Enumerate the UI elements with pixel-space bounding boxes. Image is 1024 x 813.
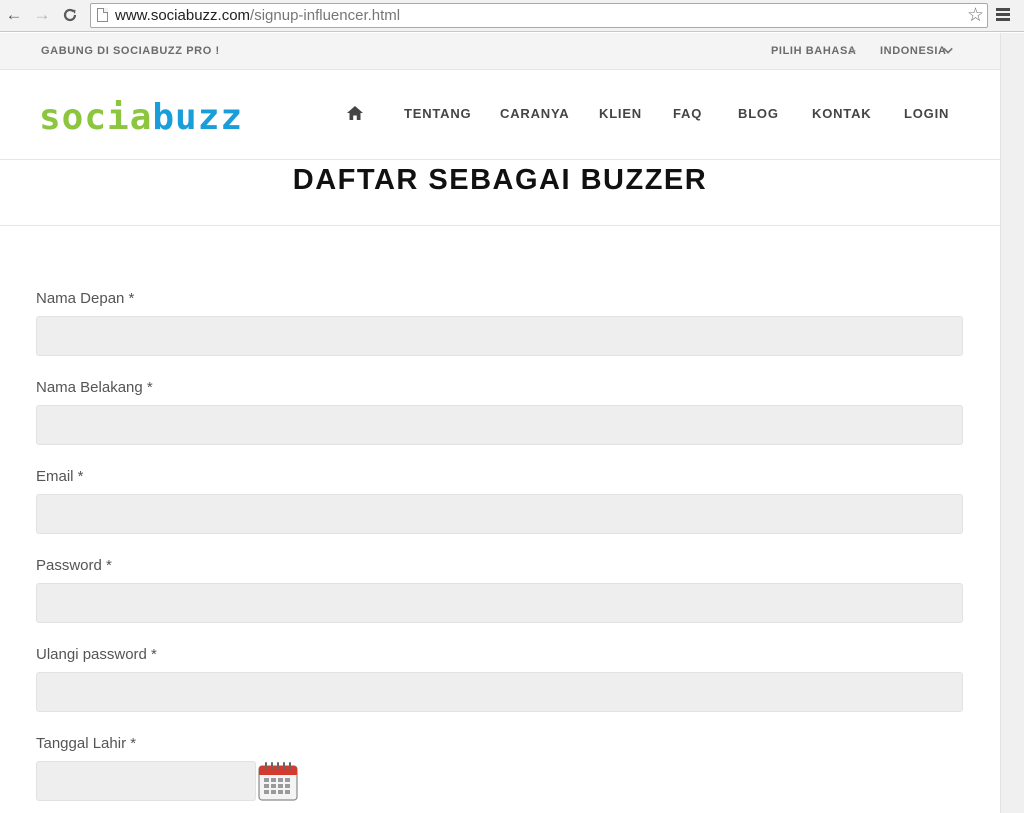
language-selector[interactable]: INDONESIA: [880, 45, 947, 57]
page-scrollbar[interactable]: [1000, 33, 1024, 813]
home-icon[interactable]: [347, 106, 363, 120]
browser-menu-icon[interactable]: [996, 8, 1010, 21]
sociabuzz-logo[interactable]: sociabuzz: [39, 98, 243, 138]
nav-tentang[interactable]: TENTANG: [404, 106, 471, 121]
address-bar[interactable]: www.sociabuzz.com/signup-influencer.html…: [90, 3, 988, 28]
pro-promo-link[interactable]: GABUNG DI SOCIABUZZ PRO !: [41, 45, 220, 57]
url-domain: www.sociabuzz.com: [115, 7, 251, 24]
logo-part-buzz: buzz: [152, 97, 244, 138]
language-label: PILIH BAHASA: [771, 45, 857, 57]
reload-icon[interactable]: [59, 4, 81, 26]
password-label: Password *: [36, 557, 112, 574]
nav-login[interactable]: LOGIN: [904, 106, 949, 121]
birth-date-label: Tanggal Lahir *: [36, 735, 137, 752]
nav-kontak[interactable]: KONTAK: [812, 106, 871, 121]
first-name-field[interactable]: [36, 316, 963, 356]
url-text: www.sociabuzz.com/signup-influencer.html: [115, 7, 400, 25]
reload-arrow-svg: [63, 8, 77, 22]
forward-icon[interactable]: →: [31, 4, 53, 26]
email-field[interactable]: [36, 494, 963, 534]
title-section: DAFTAR SEBAGAI BUZZER: [0, 160, 1000, 226]
email-label: Email *: [36, 468, 84, 485]
top-info-bar: GABUNG DI SOCIABUZZ PRO ! PILIH BAHASA >…: [0, 33, 1000, 70]
confirm-password-label: Ulangi password *: [36, 646, 157, 663]
nav-blog[interactable]: BLOG: [738, 106, 779, 121]
bookmark-star-icon[interactable]: ☆: [967, 4, 984, 27]
calendar-icon[interactable]: [258, 761, 298, 801]
nav-faq[interactable]: FAQ: [673, 106, 702, 121]
birth-date-field[interactable]: [36, 761, 256, 801]
page-icon: [97, 8, 108, 22]
confirm-password-field[interactable]: [36, 672, 963, 712]
last-name-field[interactable]: [36, 405, 963, 445]
first-name-label: Nama Depan *: [36, 290, 135, 307]
page-title: DAFTAR SEBAGAI BUZZER: [292, 164, 708, 196]
nav-caranya[interactable]: CARANYA: [500, 106, 569, 121]
password-field[interactable]: [36, 583, 963, 623]
language-separator-icon: >: [849, 44, 857, 58]
browser-toolbar: ← → www.sociabuzz.com/signup-influencer.…: [0, 0, 1024, 32]
logo-part-socia: socia: [39, 97, 153, 138]
url-path: /signup-influencer.html: [250, 7, 401, 24]
back-icon[interactable]: ←: [3, 4, 25, 26]
nav-klien[interactable]: KLIEN: [599, 106, 642, 121]
site-header: sociabuzz TENTANG CARANYA KLIEN FAQ BLOG…: [0, 70, 1000, 160]
last-name-label: Nama Belakang *: [36, 379, 153, 396]
